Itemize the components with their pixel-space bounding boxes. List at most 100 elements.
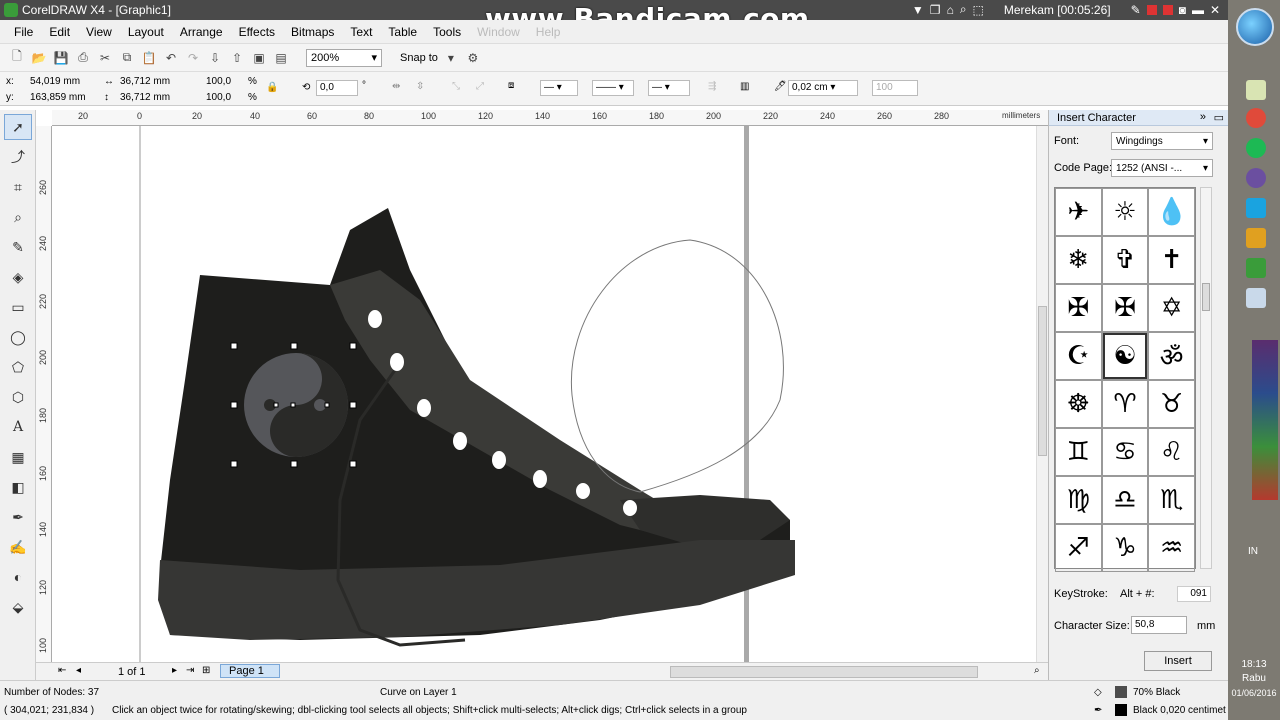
x-position-field[interactable]: 54,019 mm [30, 76, 80, 87]
drawing-canvas[interactable] [52, 126, 1038, 662]
camera-icon[interactable]: ◙ [1179, 3, 1186, 17]
mirror-vertical-icon[interactable]: ⇳ [416, 81, 424, 92]
menu-file[interactable]: File [6, 25, 41, 39]
pause-icon[interactable] [1146, 4, 1157, 15]
coreldraw-taskbar-icon[interactable] [1246, 258, 1266, 278]
glyph-cell[interactable]: 💧 [1148, 188, 1195, 236]
open-icon[interactable]: 📂 [30, 49, 48, 67]
glyph-cell[interactable]: ♏ [1148, 476, 1195, 524]
outline-shape[interactable] [570, 239, 784, 493]
next-page-icon[interactable]: ▸ [172, 665, 177, 676]
text-wrap-icon[interactable]: ⇶ [708, 81, 716, 92]
menu-table[interactable]: Table [380, 25, 425, 39]
rectangle-tool-icon[interactable]: ▭ [4, 294, 32, 320]
text-tool-icon[interactable]: A [4, 414, 32, 440]
import-icon[interactable]: ⇩ [206, 49, 224, 67]
shape-tool-icon[interactable]: ⤴ [4, 144, 32, 170]
glyph-cell[interactable]: ♈ [1101, 380, 1149, 428]
export-icon[interactable]: ⇧ [228, 49, 246, 67]
interactive-fill-icon[interactable]: ⬙ [4, 594, 32, 620]
basic-shapes-icon[interactable]: ⬡ [4, 384, 32, 410]
keystroke-field[interactable]: 091 [1177, 586, 1211, 602]
scale-y-field[interactable]: 100,0 [206, 92, 231, 103]
ellipse-tool-icon[interactable]: ◯ [4, 324, 32, 350]
grid-scrollbar[interactable] [1200, 187, 1212, 569]
outline-tool-icon[interactable]: ✍ [4, 534, 32, 560]
vertical-scroll-thumb[interactable] [1038, 306, 1047, 456]
codepage-select[interactable]: 1252 (ANSI -... ▾ [1111, 159, 1213, 177]
lock-ratio-icon[interactable]: 🔒 [266, 82, 278, 93]
start-button[interactable] [1236, 8, 1274, 46]
outline-width-field[interactable]: 0,02 cm ▾ [788, 80, 858, 96]
redo-icon[interactable]: ↷ [184, 49, 202, 67]
glyph-cell[interactable]: ✞ [1101, 236, 1149, 284]
region-icon[interactable]: ⬚ [973, 3, 984, 17]
glyph-cell[interactable]: ♉ [1148, 380, 1195, 428]
glyph-cell[interactable]: ॐ [1148, 332, 1195, 380]
horizontal-scroll-thumb[interactable] [670, 666, 978, 678]
cut-icon[interactable]: ✂ [96, 49, 114, 67]
spotify-icon[interactable] [1246, 138, 1266, 158]
crop-tool-icon[interactable]: ⌗ [4, 174, 32, 200]
pick-tool-icon[interactable]: ➚ [4, 114, 32, 140]
menu-bitmaps[interactable]: Bitmaps [283, 25, 342, 39]
page-tab[interactable]: Page 1 [220, 664, 280, 678]
menu-arrange[interactable]: Arrange [172, 25, 231, 39]
mirror-horizontal-icon[interactable]: ⇹ [392, 81, 400, 92]
chevron-down-icon[interactable]: ▾ [442, 49, 460, 67]
zoom-navigator-icon[interactable]: ⌕ [1034, 665, 1040, 676]
skype-icon[interactable] [1246, 198, 1266, 218]
search-icon[interactable]: ⌕ [960, 2, 967, 17]
horizontal-ruler[interactable]: 20 0 20 40 60 80 100 120 140 160 180 200… [52, 110, 1048, 126]
launcher-icon[interactable]: ▣ [250, 49, 268, 67]
menu-view[interactable]: View [78, 25, 120, 39]
glyph-cell[interactable]: ♑ [1101, 524, 1149, 572]
glyph-cell[interactable]: ☼ [1101, 188, 1149, 236]
font-select[interactable]: Wingdings ▾ [1111, 132, 1213, 150]
scale-x-field[interactable]: 100,0 [206, 76, 231, 87]
menu-effects[interactable]: Effects [231, 25, 283, 39]
docker-close-icon[interactable]: ▭ [1214, 111, 1224, 124]
glyph-cell[interactable]: ✡ [1148, 284, 1195, 332]
system-clock[interactable]: 18:13 Rabu 01/06/2016 [1228, 658, 1280, 700]
glyph-cell[interactable]: ☸ [1055, 380, 1102, 428]
vertical-ruler[interactable]: 260 240 220 200 180 160 140 120 100 [36, 126, 52, 662]
options-icon[interactable]: ⚙ [464, 49, 482, 67]
save-icon[interactable]: 💾 [52, 49, 70, 67]
welcome-icon[interactable]: ▤ [272, 49, 290, 67]
glyph-cell[interactable]: ❄ [1055, 236, 1102, 284]
home-icon[interactable]: ⌂ [947, 3, 954, 17]
freehand-tool-icon[interactable]: ✎ [4, 234, 32, 260]
menu-text[interactable]: Text [342, 25, 380, 39]
outline-icon[interactable]: ✒ [1094, 705, 1102, 716]
character-size-field[interactable]: 50,8 [1131, 616, 1187, 634]
pencil-icon[interactable]: ✎ [1131, 3, 1141, 17]
language-indicator[interactable]: IN [1248, 546, 1258, 557]
glyph-cell-selected[interactable]: ☯ [1101, 332, 1149, 380]
new-document-icon[interactable]: 🗋 [8, 49, 26, 67]
zoom-tool-icon[interactable]: ⌕ [4, 204, 32, 230]
dropdown-icon[interactable]: ▼ [912, 3, 924, 17]
width-field[interactable]: 36,712 mm [120, 76, 170, 87]
line-style-combo[interactable]: —— ▾ [592, 80, 634, 96]
fill-tool-icon[interactable]: ◐ [4, 564, 32, 590]
end-arrow-combo[interactable]: — ▾ [648, 80, 690, 96]
interactive-tool-icon[interactable]: ◧ [4, 474, 32, 500]
rotation-angle-field[interactable]: 0,0 [316, 80, 358, 96]
glyph-cell[interactable]: ✠ [1055, 284, 1102, 332]
chrome-icon[interactable] [1246, 108, 1266, 128]
copy-icon[interactable]: ⧉ [118, 49, 136, 67]
yin-yang-symbol[interactable] [244, 353, 348, 457]
window-icon[interactable]: ❐ [930, 3, 941, 17]
snap-to-dropdown[interactable]: Snap to [400, 52, 438, 64]
undo-icon[interactable]: ↶ [162, 49, 180, 67]
glyph-cell[interactable]: ♊ [1055, 428, 1102, 476]
insert-button[interactable]: Insert [1144, 651, 1212, 671]
close-icon[interactable]: ✕ [1210, 3, 1220, 17]
menu-help[interactable]: Help [528, 25, 569, 39]
opacity-field[interactable]: 100 [872, 80, 918, 96]
folder-icon[interactable] [1246, 288, 1266, 308]
glyph-cell[interactable]: ♎ [1101, 476, 1149, 524]
glyph-cell[interactable]: ♋ [1101, 428, 1149, 476]
menu-tools[interactable]: Tools [425, 25, 469, 39]
